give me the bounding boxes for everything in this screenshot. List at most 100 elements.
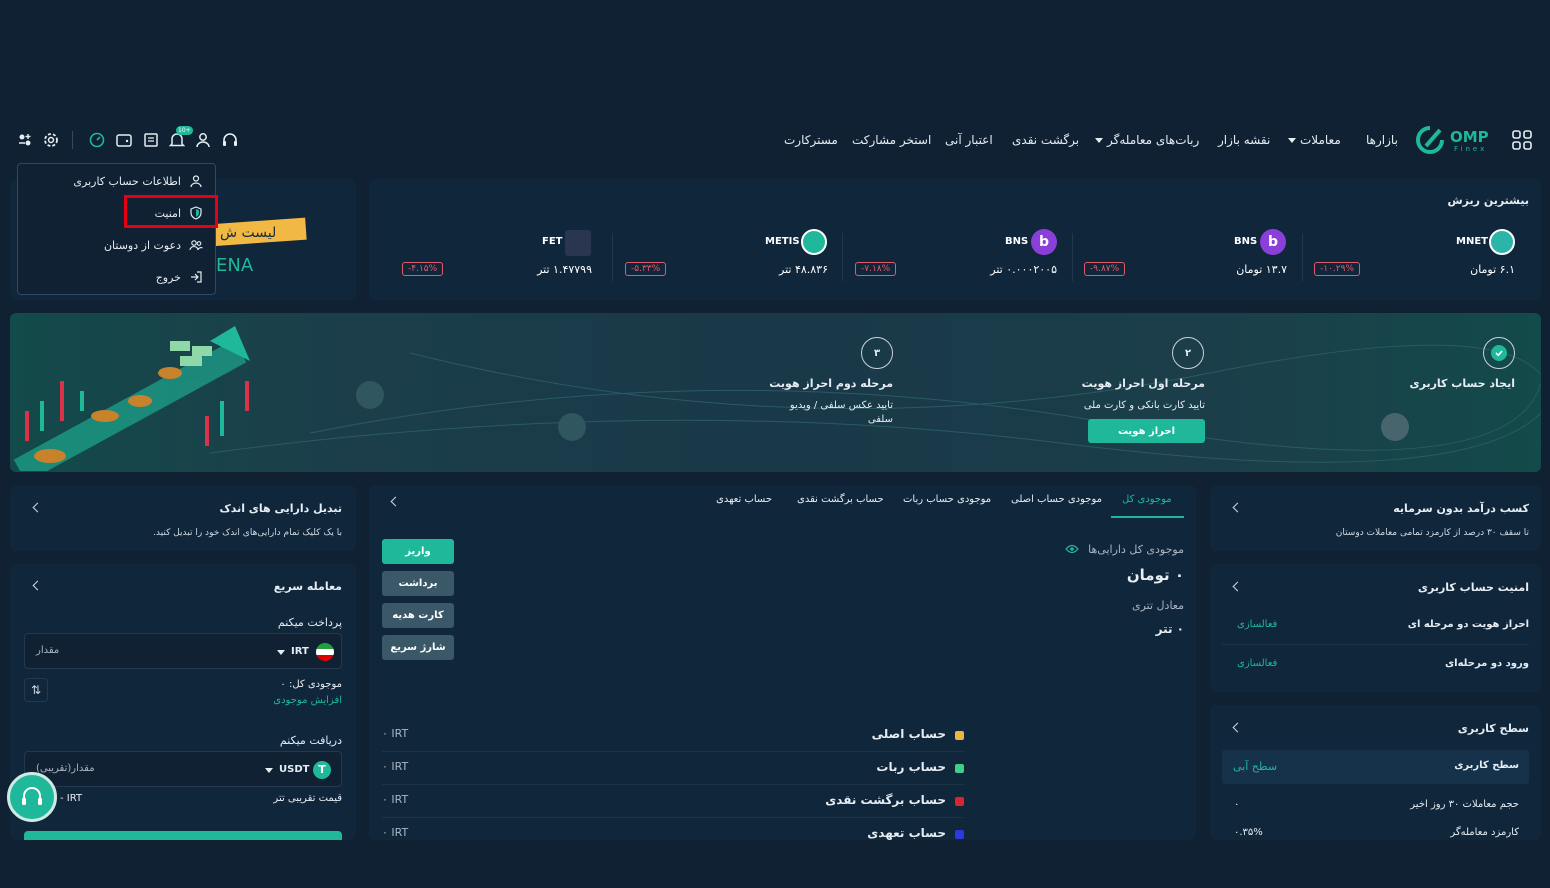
pay-placeholder: مقدار (36, 645, 60, 656)
account-value: ۰ IRT (382, 760, 409, 773)
swap-button[interactable]: ⇅ (24, 678, 48, 702)
account-color-dot (955, 830, 964, 839)
kyc-button[interactable]: احراز هویت (1088, 419, 1205, 443)
chevron-left-icon[interactable] (390, 496, 401, 507)
convert-small-assets-card[interactable]: تبدیل دارایی های اندک با یک کلیک تمام دا… (10, 485, 356, 551)
chevron-left-icon[interactable] (32, 580, 43, 591)
volume-label: حجم معاملات ۳۰ روز اخیر (1410, 799, 1519, 810)
nav-markets[interactable]: بازارها (1366, 133, 1398, 147)
step-title: مرحله اول احراز هویت (1081, 377, 1205, 390)
user-icon[interactable] (194, 131, 212, 149)
theme-toggle-icon[interactable] (16, 131, 34, 149)
account-color-dot (955, 731, 964, 740)
nav-cashback[interactable]: برگشت نقدی (1012, 133, 1079, 147)
usdt-icon: T (313, 761, 331, 779)
step-number: ۲ (1172, 337, 1204, 369)
ticker-divider (612, 233, 613, 281)
chevron-left-icon[interactable] (1232, 581, 1243, 592)
ticker-divider (842, 233, 843, 281)
tab-bot-account[interactable]: موجودی حساب ربات (903, 494, 991, 505)
account-name: حساب تعهدی (867, 826, 946, 840)
account-value: ۰ IRT (382, 727, 409, 740)
menu-item-label: خروج (155, 270, 181, 284)
deposit-button[interactable]: واریز (382, 539, 454, 564)
notification-badge: 10+ (176, 126, 193, 135)
coin-bns-icon: b (1031, 229, 1057, 255)
menu-item-logout[interactable]: خروج (156, 270, 203, 284)
ticker-price: ۶.۱ تومان (1470, 263, 1515, 276)
earn-card[interactable]: کسب درآمد بدون سرمایه تا سقف ۳۰ درصد از … (1210, 485, 1541, 551)
price-label: قیمت تقریبی تتر (273, 793, 342, 804)
level-row: سطح کاربری سطح آبی (1222, 750, 1529, 784)
gift-card-button[interactable]: کارت هدیه (382, 603, 454, 628)
nav-market-map[interactable]: نقشه بازار (1218, 133, 1270, 147)
activate-2fa-link[interactable]: فعالسازی (1237, 619, 1277, 630)
quick-charge-button[interactable]: شارژ سریع (382, 635, 454, 660)
nav-trades[interactable]: معاملات (1288, 133, 1341, 147)
level-gauge-icon[interactable] (88, 131, 106, 149)
active-tab-underline (1111, 516, 1184, 518)
increase-balance-link[interactable]: افزایش موجودی (273, 695, 342, 706)
receive-label: دریافت میکنم (279, 734, 342, 747)
menu-item-invite-friends[interactable]: دعوت از دوستان (104, 238, 203, 252)
tab-main-account[interactable]: موجودی حساب اصلی (1011, 494, 1102, 505)
coin-bns-icon: b (1260, 229, 1286, 255)
ticker-change: -۴.۱۵% (402, 262, 444, 276)
usdt-equivalent-label: معادل تتری (1132, 599, 1184, 612)
gear-icon[interactable] (42, 131, 60, 149)
receive-input[interactable]: مقدار(تقریبی) T USDT (24, 751, 342, 787)
withdraw-button[interactable]: برداشت (382, 571, 454, 596)
ticker-price: ۰.۰۰۰۲۰۰۵ تتر (990, 263, 1057, 276)
chevron-left-icon[interactable] (32, 502, 43, 513)
headset-icon (22, 787, 42, 805)
ticker-symbol: FET (542, 236, 563, 247)
eye-icon[interactable] (1065, 544, 1079, 554)
menu-item-account-info[interactable]: اطلاعات حساب کاربری (73, 174, 203, 188)
step-desc: تایید عکس سلفی / ویدیو سلفی (789, 400, 893, 425)
tab-total-balance[interactable]: موجودی کل (1122, 494, 1172, 505)
support-headset-icon[interactable] (221, 131, 239, 149)
total-assets-value: ۰ تومان (1126, 566, 1184, 584)
nav-mastercard[interactable]: مسترکارت (784, 133, 838, 147)
pay-currency[interactable]: IRT (291, 646, 309, 657)
nav-staking-pool[interactable]: استخر مشارکت (852, 133, 931, 147)
apps-grid-icon[interactable] (1512, 130, 1532, 150)
card-title: کسب درآمد بدون سرمایه (1393, 502, 1529, 515)
menu-item-label: دعوت از دوستان (103, 238, 181, 252)
account-row-main[interactable]: حساب اصلی ۰ IRT (382, 719, 964, 752)
step-title: مرحله دوم احراز هویت (769, 377, 893, 390)
chevron-down-icon (1288, 138, 1296, 143)
document-icon[interactable] (142, 131, 160, 149)
logo-subtext: Finex (1454, 145, 1488, 153)
step-desc: تایید کارت بانکی و کارت ملی (1083, 400, 1205, 411)
account-row-bot[interactable]: حساب ربات ۰ IRT (382, 752, 964, 785)
nav-trading-bots[interactable]: ربات‌های معامله‌گر (1095, 133, 1199, 147)
card-desc: تا سقف ۳۰ درصد از کارمزد تمامی معاملات د… (1335, 528, 1529, 538)
ticker-price: ۱.۴۷۷۹۹ تتر (537, 263, 592, 276)
pay-label: پرداخت میکنم (277, 616, 342, 629)
receive-currency[interactable]: USDT (279, 764, 309, 775)
logo-text: OMP (1450, 128, 1489, 146)
account-row-commitment[interactable]: حساب تعهدی ۰ IRT (382, 818, 964, 840)
chevron-left-icon[interactable] (1232, 502, 1243, 513)
support-chat-button[interactable] (7, 772, 57, 822)
pay-input[interactable]: مقدار IRT (24, 633, 342, 669)
account-name: حساب برگشت نقدی (825, 793, 946, 807)
menu-item-label: اطلاعات حساب کاربری (73, 174, 181, 188)
chevron-left-icon[interactable] (1232, 722, 1243, 733)
chevron-down-icon[interactable] (277, 650, 285, 655)
activate-2step-login-link[interactable]: فعالسازی (1237, 658, 1277, 669)
logo[interactable]: OMP Finex (1414, 126, 1494, 156)
tab-cashback-account[interactable]: حساب برگشت نقدی (797, 494, 884, 505)
wallet-icon[interactable] (115, 131, 133, 149)
card-title: معامله سریع (273, 580, 342, 593)
card-title: سطح کاربری (1457, 722, 1529, 735)
notification-bell-icon[interactable]: 10+ (168, 126, 193, 149)
ticker-change: -۹.۸۷% (1084, 262, 1126, 276)
chevron-down-icon[interactable] (265, 768, 273, 773)
nav-instant-credit[interactable]: اعتبار آنی (945, 133, 993, 147)
account-row-cashback[interactable]: حساب برگشت نقدی ۰ IRT (382, 785, 964, 818)
submit-trade-button[interactable] (24, 831, 342, 840)
promo-text: ENA (216, 255, 254, 276)
tab-commitment-account[interactable]: حساب تعهدی (716, 494, 772, 505)
